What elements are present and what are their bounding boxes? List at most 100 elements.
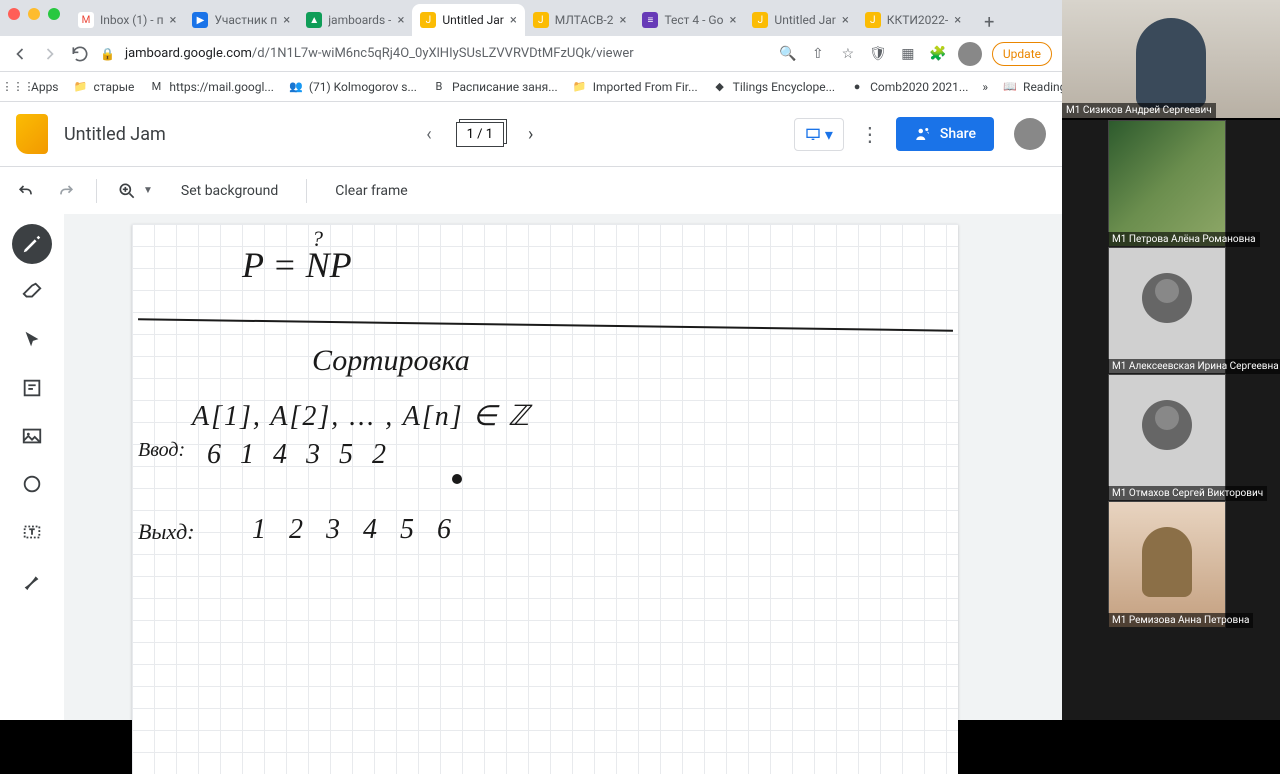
video-tile-row: М1 Петрова Алёна Романовна	[1062, 120, 1280, 247]
video-tile[interactable]: М1 Сизиков Андрей Сергеевич	[1062, 0, 1280, 120]
bookmark-icon: ◆	[712, 79, 728, 95]
jamboard-logo[interactable]	[16, 114, 48, 154]
install-icon[interactable]: ⇧	[808, 44, 828, 64]
lock-icon[interactable]: 🔒	[100, 47, 115, 61]
close-tab-icon[interactable]: ×	[619, 13, 626, 28]
video-tile-row: М1 Алексеевская Ирина Сергеевна	[1062, 247, 1280, 374]
bookmark-icon: 👥	[288, 79, 304, 95]
video-tile[interactable]	[1108, 501, 1226, 628]
video-tile[interactable]	[1108, 120, 1226, 247]
close-tab-icon[interactable]: ×	[397, 13, 404, 28]
bookmarks-bar: ⋮⋮⋮Apps 📁старые Mhttps://mail.googl... 👥 (71…	[0, 72, 1062, 102]
shape-tool[interactable]	[12, 464, 52, 504]
browser-tab[interactable]: JUntitled Jar×	[412, 4, 524, 36]
update-button[interactable]: Update	[992, 42, 1052, 66]
pen-tool[interactable]	[12, 224, 52, 264]
cursor-dot	[452, 474, 462, 484]
close-tab-icon[interactable]: ×	[842, 13, 849, 28]
handwriting-input-label: Ввод:	[138, 439, 185, 462]
shield-icon[interactable]: 🛡	[868, 44, 888, 64]
frame-indicator[interactable]: 1 / 1	[456, 122, 504, 147]
close-tab-icon[interactable]: ×	[170, 13, 177, 28]
close-tab-icon[interactable]: ×	[729, 13, 736, 28]
laser-tool[interactable]	[12, 560, 52, 600]
forward-button[interactable]	[40, 44, 60, 64]
eraser-tool[interactable]	[12, 272, 52, 312]
bookmark-label: (71) Kolmogorov s...	[309, 80, 417, 94]
redo-button[interactable]	[56, 181, 76, 201]
reload-button[interactable]	[70, 44, 90, 64]
more-menu[interactable]: ⋮	[860, 122, 880, 146]
bookmark-item[interactable]: 📁Imported From Fir...	[572, 79, 698, 95]
bookmark-item[interactable]: ⋮⋮⋮Apps	[10, 79, 59, 95]
select-tool[interactable]	[12, 320, 52, 360]
new-tab-button[interactable]: +	[975, 8, 1003, 36]
set-background-button[interactable]: Set background	[173, 177, 286, 205]
bookmark-icon: M	[148, 79, 164, 95]
tab-title: Untitled Jar	[442, 13, 503, 27]
window-controls	[8, 8, 60, 20]
browser-tab[interactable]: ▲jamboards - ×	[298, 4, 412, 36]
handwriting-input-values: 6 1 4 3 5 2	[207, 439, 392, 471]
close-window[interactable]	[8, 8, 20, 20]
browser-tab[interactable]: JККТИ2022-×	[857, 4, 969, 36]
present-button[interactable]: ▾	[794, 118, 844, 151]
search-icon[interactable]: 🔍	[778, 44, 798, 64]
bookmark-label: Расписание заня...	[452, 80, 558, 94]
video-tile[interactable]	[1108, 247, 1226, 374]
bookmark-item[interactable]: Mhttps://mail.googl...	[148, 79, 274, 95]
star-icon[interactable]: ☆	[838, 44, 858, 64]
participant-name: М1 Петрова Алёна Романовна	[1108, 232, 1260, 247]
video-tile[interactable]	[1108, 374, 1226, 501]
browser-tab[interactable]: MInbox (1) - п×	[70, 4, 184, 36]
next-frame[interactable]: ›	[520, 116, 541, 153]
bookmark-item[interactable]: ●Comb2020 2021...	[849, 79, 968, 95]
bookmark-icon: В	[431, 79, 447, 95]
video-tile-row: М1 Ремизова Анна Петровна	[1062, 501, 1280, 628]
url-path: /d/1N1L7w-wiM6nc5qRj4O_0yXlHIySUsLZVVRVD…	[252, 46, 634, 61]
jam-title[interactable]: Untitled Jam	[64, 124, 166, 145]
handwriting-sort: Сортировка	[312, 344, 470, 378]
jamboard-header: Untitled Jam ‹ 1 / 1 › ▾ ⋮ Share	[0, 102, 1062, 166]
bookmark-item[interactable]: 📁старые	[73, 79, 135, 95]
browser-tab[interactable]: JUntitled Jar×	[744, 4, 856, 36]
bookmark-icon: 📁	[73, 79, 89, 95]
whiteboard[interactable]: P = NP ? Сортировка A[1], A[2], ... , A[…	[132, 224, 958, 774]
bookmark-item[interactable]: В Расписание заня...	[431, 79, 558, 95]
browser-tab[interactable]: JМЛТАСВ-2×	[525, 4, 635, 36]
bookmark-item[interactable]: 👥 (71) Kolmogorov s...	[288, 79, 417, 95]
browser-tab[interactable]: ≡Тест 4 - Go×	[634, 4, 744, 36]
image-tool[interactable]	[12, 416, 52, 456]
participant-name: М1 Алексеевская Ирина Сергеевна	[1108, 359, 1280, 374]
bookmark-item[interactable]: ◆Tilings Encyclope...	[712, 79, 835, 95]
back-button[interactable]	[10, 44, 30, 64]
handwriting-output-values: 1 2 3 4 5 6	[252, 514, 459, 546]
browser-tab[interactable]: ▶Участник п×	[184, 4, 298, 36]
clear-frame-button[interactable]: Clear frame	[327, 177, 415, 205]
close-tab-icon[interactable]: ×	[510, 13, 517, 28]
share-label: Share	[940, 126, 976, 142]
tab-title: Тест 4 - Go	[664, 13, 723, 27]
maximize-window[interactable]	[48, 8, 60, 20]
minimize-window[interactable]	[28, 8, 40, 20]
favicon: M	[78, 12, 94, 28]
text-box-tool[interactable]	[12, 512, 52, 552]
close-tab-icon[interactable]: ×	[283, 13, 290, 28]
reading-list[interactable]: 📖Reading	[1002, 79, 1066, 95]
sticky-note-tool[interactable]	[12, 368, 52, 408]
participant-name: М1 Ремизова Анна Петровна	[1108, 613, 1253, 628]
user-avatar[interactable]	[1014, 118, 1046, 150]
handwriting-array: A[1], A[2], ... , A[n] ∈ ℤ	[192, 399, 531, 433]
undo-button[interactable]	[16, 181, 36, 201]
bookmark-label: https://mail.googl...	[169, 80, 274, 94]
zoom-control[interactable]: ▼	[117, 181, 153, 201]
profile-avatar[interactable]	[958, 42, 982, 66]
extensions-icon[interactable]: 🧩	[928, 44, 948, 64]
url-text[interactable]: jamboard.google.com/d/1N1L7w-wiM6nc5qRj4…	[125, 46, 768, 61]
bookmarks-overflow[interactable]: »	[982, 80, 988, 94]
prev-frame[interactable]: ‹	[418, 116, 439, 153]
favicon: J	[533, 12, 549, 28]
share-button[interactable]: Share	[896, 117, 994, 151]
ext-icon[interactable]: ▦	[898, 44, 918, 64]
close-tab-icon[interactable]: ×	[954, 13, 961, 28]
